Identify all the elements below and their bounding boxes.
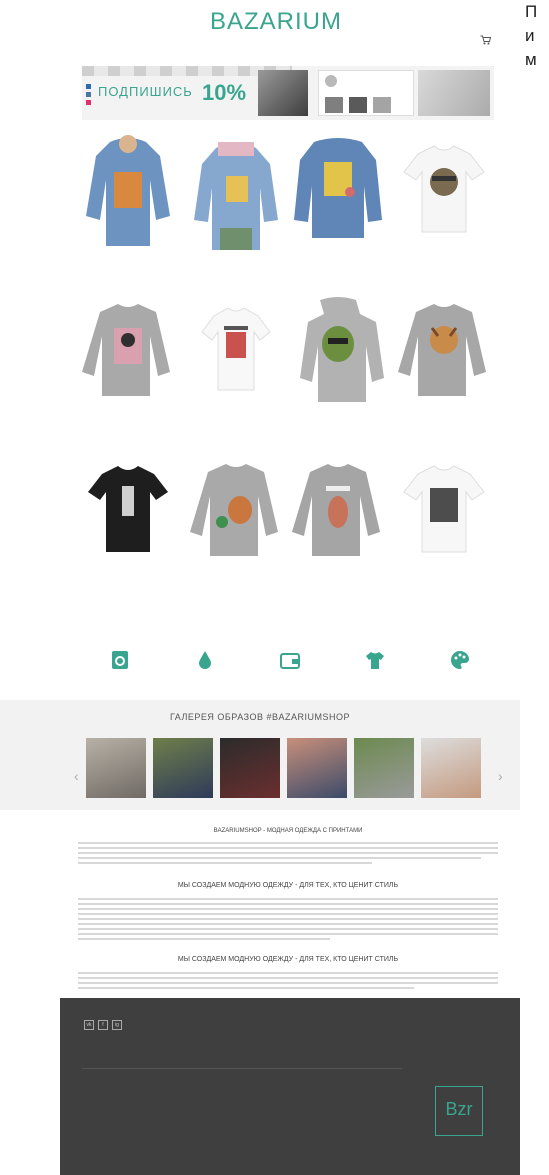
banner-instagram-preview [318, 70, 414, 116]
banner-social-icons [86, 84, 91, 105]
product-image[interactable] [396, 292, 492, 410]
gallery-photo[interactable] [354, 738, 414, 798]
product-image[interactable] [290, 132, 386, 250]
product-image[interactable] [188, 452, 284, 570]
product-image[interactable] [80, 452, 176, 570]
product-card[interactable] [396, 132, 492, 282]
header: BAZARIUM [0, 0, 520, 48]
feature-item [420, 650, 500, 676]
facebook-icon[interactable]: f [98, 1020, 108, 1030]
product-image[interactable] [188, 292, 284, 410]
product-card[interactable] [290, 132, 386, 282]
footer-brand: Bzr [445, 1099, 473, 1119]
product-card[interactable] [80, 292, 176, 442]
page: BAZARIUM ПОДПИШИСЬ 10% ГАЛЕРЕЯ ОБРАЗОВ #… [0, 0, 520, 1175]
product-image[interactable] [290, 452, 386, 570]
seo-heading: BAZARIUMSHOP - МОДНАЯ ОДЕЖДА С ПРИНТАМИ [213, 828, 363, 834]
preview-thumb [373, 97, 391, 113]
product-card[interactable] [290, 292, 386, 442]
product-image[interactable] [396, 452, 492, 570]
vk-icon[interactable]: vk [84, 1020, 94, 1030]
tshirt-icon [366, 652, 384, 669]
gallery-title: ГАЛЕРЕЯ ОБРАЗОВ #BAZARIUMSHOP [170, 712, 350, 722]
washing-machine-icon [112, 651, 128, 669]
side-caption: П и м [525, 0, 549, 72]
feature-item [335, 650, 415, 676]
instagram-icon [86, 100, 91, 105]
seo-text: BAZARIUMSHOP - МОДНАЯ ОДЕЖДА С ПРИНТАМИ … [78, 828, 498, 989]
product-card[interactable] [396, 292, 492, 442]
gallery-photo[interactable] [153, 738, 213, 798]
product-image[interactable] [80, 292, 176, 410]
gallery-photo[interactable] [421, 738, 481, 798]
palette-icon [451, 651, 469, 669]
product-card[interactable] [188, 292, 284, 442]
product-image[interactable] [396, 132, 492, 250]
drop-icon [199, 651, 211, 669]
product-image[interactable] [80, 132, 176, 250]
seo-heading: МЫ СОЗДАЕМ МОДНУЮ ОДЕЖДУ - ДЛЯ ТЕХ, КТО … [177, 882, 399, 889]
gallery-photo[interactable] [86, 738, 146, 798]
footer-brand-badge: Bzr [435, 1086, 483, 1136]
instagram-icon[interactable]: ig [112, 1020, 122, 1030]
product-card[interactable] [80, 452, 176, 602]
product-image[interactable] [290, 292, 386, 410]
gallery-prev-arrow[interactable]: ‹ [74, 768, 79, 784]
features-row [80, 650, 500, 700]
feature-item [250, 650, 330, 676]
banner-photo [418, 70, 490, 116]
preview-thumb [325, 97, 343, 113]
site-logo[interactable]: BAZARIUM [210, 8, 342, 36]
side-caption-line: и [525, 26, 535, 45]
product-card[interactable] [80, 132, 176, 282]
cart-icon[interactable] [480, 35, 491, 45]
product-image[interactable] [188, 132, 284, 250]
vk-icon [86, 92, 91, 97]
product-card[interactable] [188, 132, 284, 282]
banner-photo [258, 70, 308, 116]
wallet-icon [280, 653, 300, 669]
footer-divider [82, 1068, 402, 1069]
banner-discount: 10% [202, 80, 247, 105]
facebook-icon [86, 84, 91, 89]
banner-subscribe-text: ПОДПИШИСЬ [98, 84, 193, 99]
subscribe-banner[interactable]: ПОДПИШИСЬ 10% [82, 66, 494, 120]
side-caption-line: П [525, 2, 538, 21]
product-card[interactable] [396, 452, 492, 602]
seo-heading: МЫ СОЗДАЕМ МОДНУЮ ОДЕЖДУ - ДЛЯ ТЕХ, КТО … [177, 956, 399, 963]
preview-thumb [349, 97, 367, 113]
product-card[interactable] [290, 452, 386, 602]
footer: vk f ig Bzr [60, 998, 520, 1175]
side-caption-line: м [525, 50, 537, 69]
gallery-photo[interactable] [220, 738, 280, 798]
preview-avatar [325, 75, 337, 87]
feature-item [165, 650, 245, 676]
seo-paragraph [78, 842, 498, 864]
product-card[interactable] [188, 452, 284, 602]
gallery-next-arrow[interactable]: › [498, 768, 503, 784]
seo-paragraph [78, 972, 498, 992]
feature-item [80, 650, 160, 676]
seo-paragraph [78, 898, 498, 943]
gallery-photo[interactable] [287, 738, 347, 798]
gallery-section: ГАЛЕРЕЯ ОБРАЗОВ #BAZARIUMSHOP ‹ › [0, 700, 520, 810]
